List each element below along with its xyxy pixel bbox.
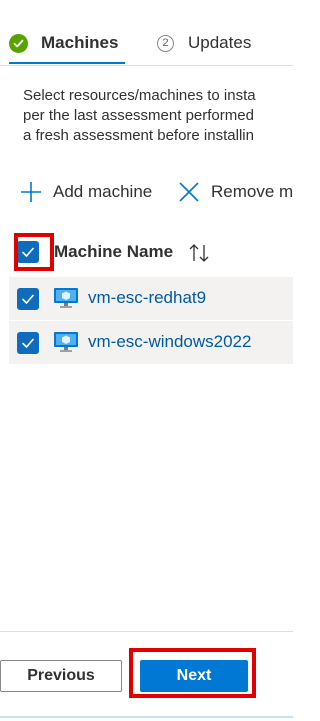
checkmark-icon [22, 294, 34, 304]
table-row[interactable]: vm-esc-redhat9 [9, 277, 293, 320]
wizard-tabs: Machines 2 Updates [0, 22, 293, 66]
footer-divider [0, 631, 293, 632]
check-circle-icon [9, 33, 28, 53]
checkmark-icon [22, 247, 34, 257]
tab-machines[interactable]: Machines [9, 22, 118, 64]
machine-name-link[interactable]: vm-esc-windows2022 [88, 332, 251, 352]
tab-updates-label: Updates [188, 33, 252, 52]
tab-updates[interactable]: 2 Updates [157, 22, 251, 64]
virtual-machine-icon [54, 288, 78, 308]
next-button[interactable]: Next [140, 660, 248, 692]
description-line: per the last assessment performed [23, 107, 254, 124]
grid-header: Machine Name [9, 231, 293, 273]
add-machine-button[interactable]: Add machine [19, 172, 152, 212]
select-all-checkbox[interactable] [17, 241, 39, 263]
description-line: a fresh assessment before installin [23, 127, 254, 144]
active-tab-indicator [9, 62, 125, 64]
bottom-edge-line [0, 716, 293, 718]
description-line: Select resources/machines to insta [23, 87, 256, 104]
row-checkbox[interactable] [17, 288, 39, 310]
table-row[interactable]: vm-esc-windows2022 [9, 321, 293, 364]
description-text: Select resources/machines to insta per t… [23, 86, 313, 146]
machine-name-link[interactable]: vm-esc-redhat9 [88, 288, 206, 308]
remove-machine-button[interactable]: Remove m [177, 172, 293, 212]
tabs-divider [0, 65, 293, 66]
close-icon [179, 182, 199, 202]
tab-machines-label: Machines [41, 33, 119, 52]
remove-machine-label: Remove m [211, 182, 294, 201]
step-number-icon: 2 [157, 34, 174, 52]
checkmark-icon [22, 338, 34, 348]
previous-button[interactable]: Previous [0, 660, 122, 692]
add-machine-label: Add machine [53, 182, 153, 201]
sort-icon[interactable] [187, 242, 211, 264]
plus-icon [21, 182, 41, 202]
virtual-machine-icon [54, 332, 78, 352]
toolbar: Add machine Remove m [0, 172, 293, 212]
row-checkbox[interactable] [17, 332, 39, 354]
column-header-machine-name[interactable]: Machine Name [54, 242, 173, 262]
